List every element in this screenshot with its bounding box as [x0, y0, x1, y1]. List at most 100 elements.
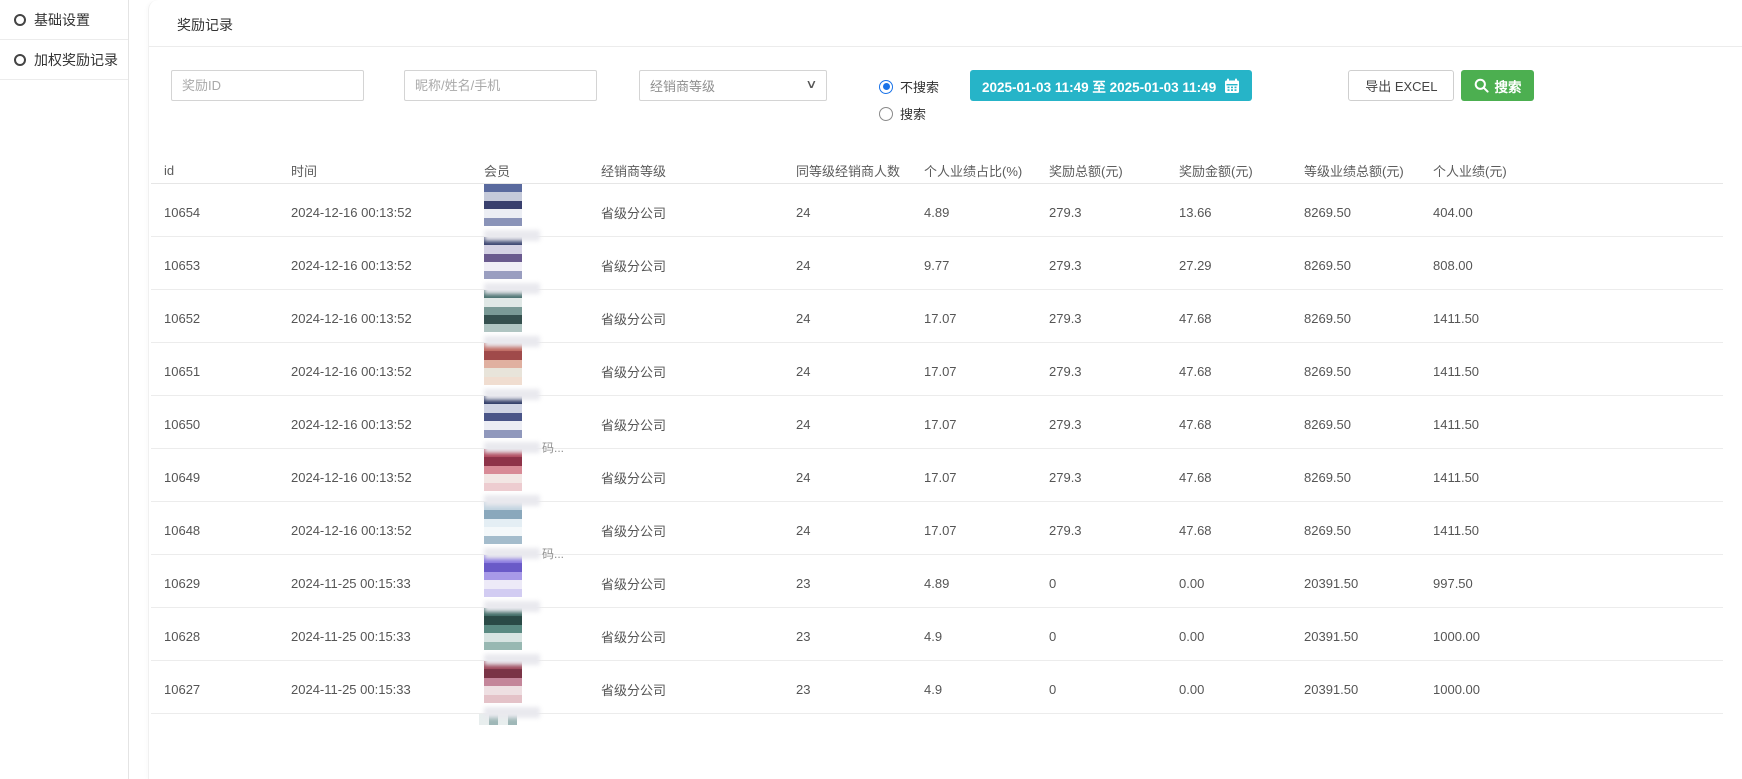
member-avatar	[484, 608, 522, 650]
circle-icon	[14, 54, 26, 66]
cell-time: 2024-12-16 00:13:52	[278, 364, 471, 379]
radio-search[interactable]: 搜索	[879, 104, 939, 123]
cell-level_total: 20391.50	[1291, 576, 1420, 591]
cell-level_total: 8269.50	[1291, 364, 1420, 379]
cell-reward_amount: 27.29	[1166, 258, 1291, 273]
cell-time: 2024-12-16 00:13:52	[278, 523, 471, 538]
cell-id: 10651	[151, 364, 278, 379]
member-name-blur	[484, 336, 540, 347]
sidebar-item-weighted-reward-records[interactable]: 加权奖励记录	[0, 40, 128, 80]
member-avatar	[484, 449, 522, 491]
cell-member	[471, 290, 588, 347]
member-avatar	[484, 502, 522, 544]
calendar-icon	[1224, 78, 1240, 94]
header-cell: 个人业绩(元)	[1420, 161, 1723, 180]
cell-level_total: 8269.50	[1291, 470, 1420, 485]
radio-unselected-icon	[879, 107, 893, 121]
cell-same_level_count: 23	[783, 682, 911, 697]
member-search-input[interactable]	[404, 70, 597, 101]
cell-reward_amount: 13.66	[1166, 205, 1291, 220]
search-button[interactable]: 搜索	[1461, 70, 1534, 101]
table-row: 106512024-12-16 00:13:52省级分公司2417.07279.…	[151, 343, 1723, 396]
cell-same_level_count: 24	[783, 523, 911, 538]
sidebar-item-label: 基础设置	[34, 10, 90, 30]
cell-level: 省级分公司	[588, 680, 783, 699]
member-name-blur	[484, 495, 540, 506]
cell-level: 省级分公司	[588, 256, 783, 275]
cell-time: 2024-11-25 00:15:33	[278, 682, 471, 697]
cell-reward_amount: 47.68	[1166, 470, 1291, 485]
header-cell: 等级业绩总额(元)	[1291, 161, 1420, 180]
cell-personal: 404.00	[1420, 205, 1723, 220]
cell-member	[471, 661, 588, 718]
export-excel-button[interactable]: 导出 EXCEL	[1348, 70, 1454, 101]
cell-reward_total: 279.3	[1036, 258, 1166, 273]
cell-same_level_count: 23	[783, 576, 911, 591]
cell-personal: 1411.50	[1420, 417, 1723, 432]
cell-level: 省级分公司	[588, 521, 783, 540]
main-panel: 奖励记录 经销商等级 ∨ 不搜索 搜索 2025-01-03 11:49 至 2…	[148, 0, 1742, 779]
cell-personal: 1411.50	[1420, 364, 1723, 379]
cell-level_total: 20391.50	[1291, 682, 1420, 697]
cell-reward_total: 279.3	[1036, 205, 1166, 220]
member-name-blur	[484, 442, 540, 453]
member-name-blur	[484, 548, 540, 559]
member-avatar	[484, 184, 522, 226]
cell-time: 2024-12-16 00:13:52	[278, 470, 471, 485]
cell-personal_ratio: 4.89	[911, 205, 1036, 220]
date-range-text: 2025-01-03 11:49 至 2025-01-03 11:49	[982, 76, 1216, 96]
sidebar: 基础设置 加权奖励记录	[0, 0, 129, 779]
circle-icon	[14, 14, 26, 26]
dealer-level-select-value: 经销商等级	[650, 76, 715, 95]
reward-id-input[interactable]	[171, 70, 364, 101]
records-table: id时间会员经销商等级同等级经销商人数个人业绩占比(%)奖励总额(元)奖励金额(…	[151, 157, 1723, 725]
cell-level_total: 8269.50	[1291, 258, 1420, 273]
cell-personal: 1000.00	[1420, 682, 1723, 697]
cell-member	[471, 184, 588, 241]
cell-id: 10629	[151, 576, 278, 591]
cell-personal: 1411.50	[1420, 311, 1723, 326]
radio-no-search[interactable]: 不搜索	[879, 77, 939, 96]
date-range-button[interactable]: 2025-01-03 11:49 至 2025-01-03 11:49	[970, 70, 1252, 101]
cell-id: 10628	[151, 629, 278, 644]
member-name-blur	[484, 389, 540, 400]
cell-member	[471, 608, 588, 665]
chevron-down-icon: ∨	[805, 77, 817, 91]
radio-no-search-label: 不搜索	[900, 77, 939, 96]
search-icon	[1474, 78, 1489, 93]
cell-member: 码...	[471, 396, 588, 453]
cell-personal: 1000.00	[1420, 629, 1723, 644]
header-cell: 同等级经销商人数	[783, 161, 911, 180]
table-row: 106492024-12-16 00:13:52省级分公司2417.07279.…	[151, 449, 1723, 502]
cell-personal_ratio: 4.89	[911, 576, 1036, 591]
cell-id: 10654	[151, 205, 278, 220]
cell-id: 10627	[151, 682, 278, 697]
cell-personal: 1411.50	[1420, 523, 1723, 538]
member-name-blur	[484, 283, 540, 294]
cell-reward_amount: 47.68	[1166, 311, 1291, 326]
header-cell: id	[151, 163, 278, 178]
cell-time: 2024-11-25 00:15:33	[278, 576, 471, 591]
table-row: 106482024-12-16 00:13:52码...省级分公司2417.07…	[151, 502, 1723, 555]
cell-member: 码...	[471, 502, 588, 559]
member-avatar	[484, 290, 522, 332]
cell-personal: 1411.50	[1420, 470, 1723, 485]
cell-time: 2024-12-16 00:13:52	[278, 417, 471, 432]
cell-id: 10652	[151, 311, 278, 326]
table-header: id时间会员经销商等级同等级经销商人数个人业绩占比(%)奖励总额(元)奖励金额(…	[151, 157, 1723, 184]
member-name-blur	[484, 230, 540, 241]
cell-level_total: 8269.50	[1291, 205, 1420, 220]
radio-selected-icon	[879, 80, 893, 94]
cell-level_total: 8269.50	[1291, 311, 1420, 326]
table-row: 106542024-12-16 00:13:52省级分公司244.89279.3…	[151, 184, 1723, 237]
table-row: 106532024-12-16 00:13:52省级分公司249.77279.3…	[151, 237, 1723, 290]
member-avatar	[484, 396, 522, 438]
cell-personal_ratio: 9.77	[911, 258, 1036, 273]
member-name-blur	[484, 707, 540, 718]
table-body: 106542024-12-16 00:13:52省级分公司244.89279.3…	[151, 184, 1723, 714]
header-cell: 会员	[471, 161, 588, 180]
cell-level: 省级分公司	[588, 362, 783, 381]
dealer-level-select[interactable]: 经销商等级 ∨	[639, 70, 827, 101]
cell-same_level_count: 24	[783, 205, 911, 220]
sidebar-item-basic-settings[interactable]: 基础设置	[0, 0, 128, 40]
